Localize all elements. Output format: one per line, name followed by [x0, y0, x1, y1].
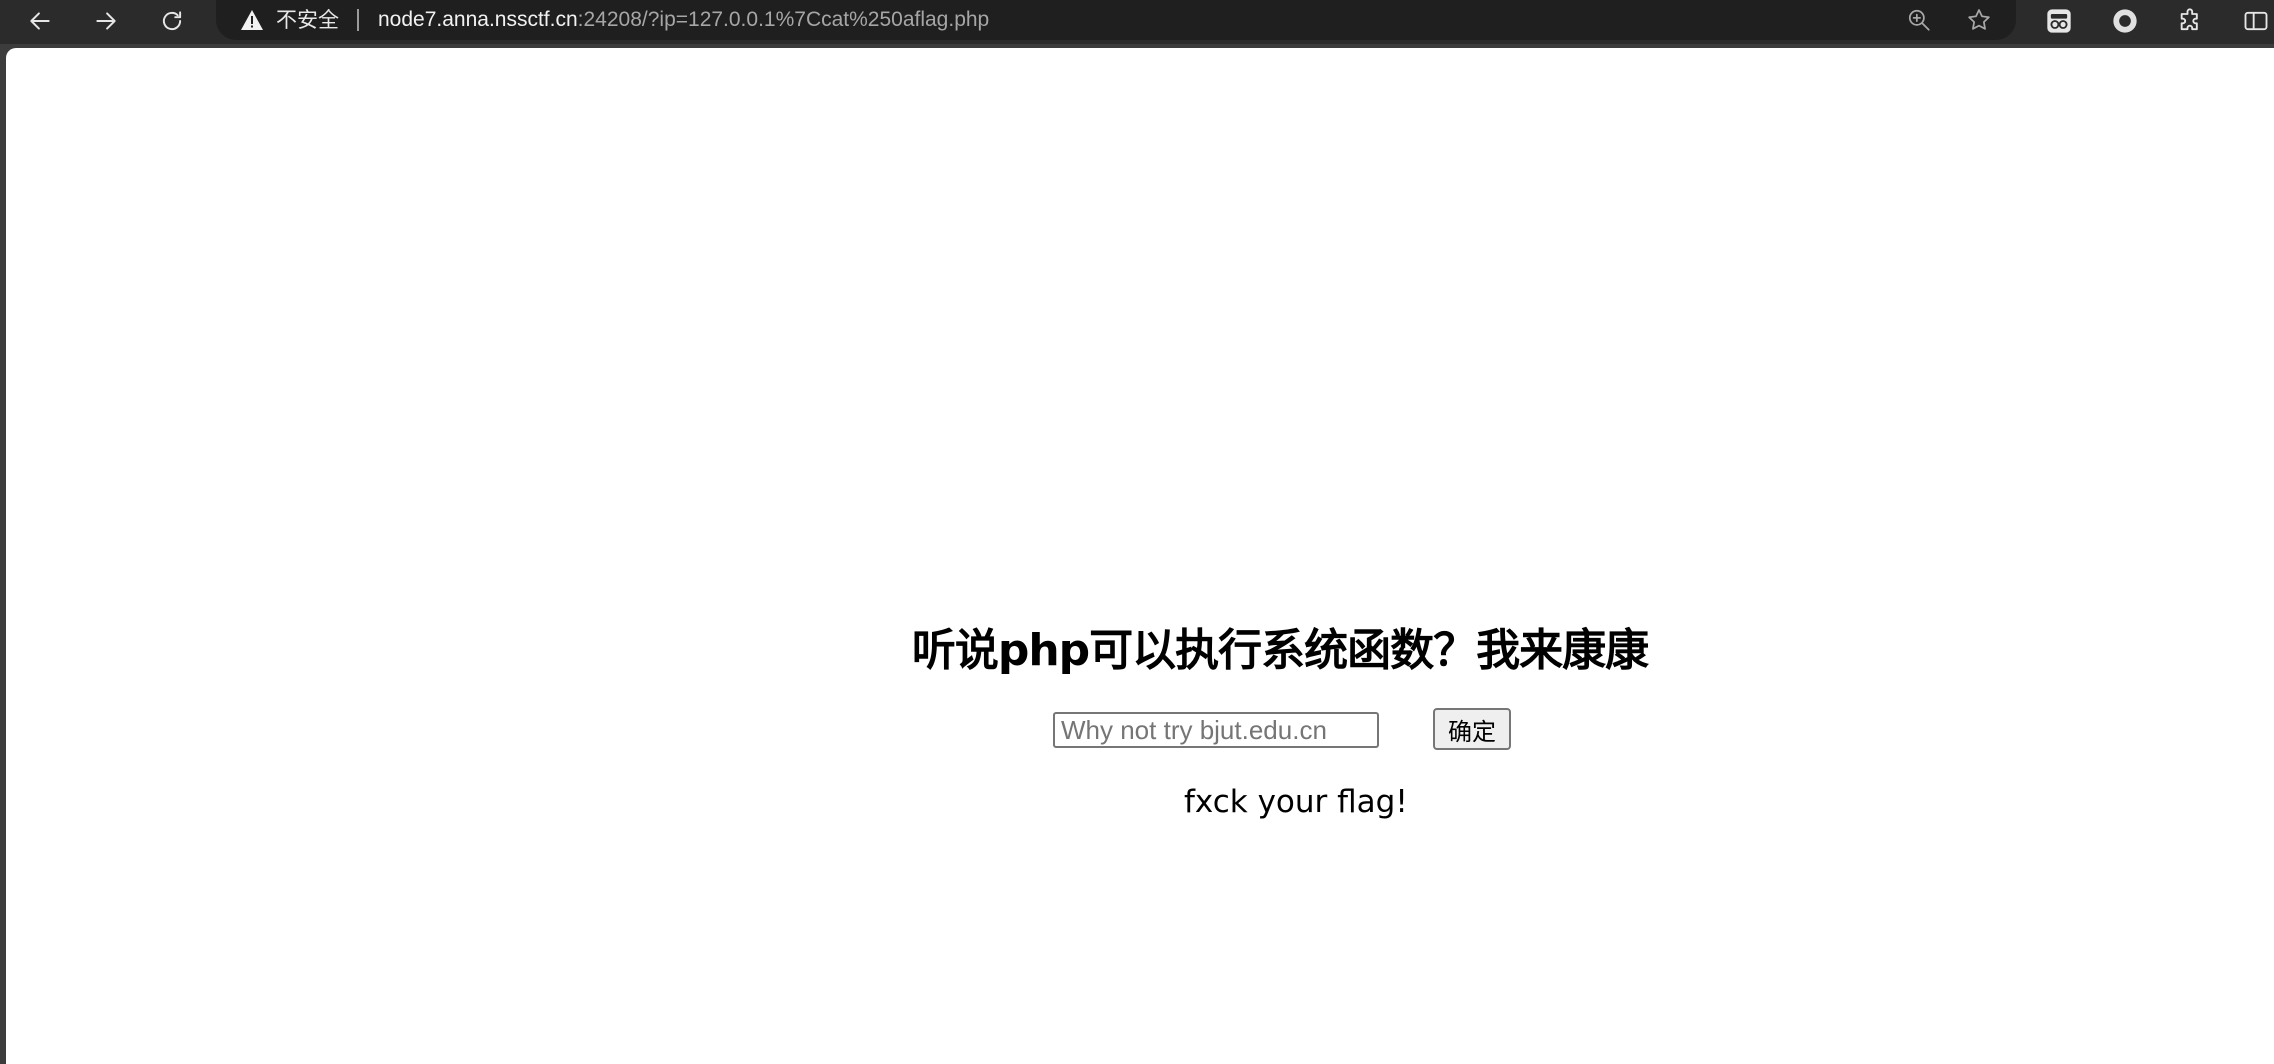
result-text: fxck your flag! [1184, 784, 1408, 820]
circle-extension-button[interactable] [2108, 4, 2142, 38]
reload-button[interactable] [152, 3, 192, 39]
separator [357, 9, 359, 31]
arrow-right-icon [96, 12, 116, 30]
url-host: node7.anna.nssctf.cn [378, 8, 578, 31]
url-path: :24208/?ip=127.0.0.1%7Ccat%250aflag.php [577, 8, 990, 31]
zoom-in-icon [1908, 9, 1930, 31]
incognito-extension-button[interactable] [2042, 4, 2076, 38]
arrow-left-icon [30, 12, 50, 30]
split-view-icon [2244, 11, 2268, 31]
back-button[interactable] [20, 3, 60, 39]
submit-button[interactable]: 确定 [1433, 708, 1511, 750]
bookmark-button[interactable] [1964, 5, 1994, 35]
forward-button[interactable] [86, 3, 126, 39]
incognito-extension-icon [2047, 9, 2071, 33]
split-view-button[interactable] [2238, 4, 2274, 38]
circle-extension-icon [2113, 9, 2137, 33]
url-text[interactable]: node7.anna.nssctf.cn:24208/?ip=127.0.0.1… [378, 0, 989, 40]
browser-toolbar: 不安全 node7.anna.nssctf.cn:24208/?ip=127.0… [0, 0, 2274, 44]
zoom-button[interactable] [1904, 5, 1934, 35]
ip-input[interactable] [1053, 712, 1379, 748]
page-heading: 听说php可以执行系统函数？我来康康 [911, 625, 1649, 676]
address-bar[interactable]: 不安全 node7.anna.nssctf.cn:24208/?ip=127.0… [216, 0, 2016, 40]
star-icon [1968, 9, 1990, 30]
reload-icon [162, 11, 182, 31]
extensions-button[interactable] [2174, 4, 2208, 38]
puzzle-icon [2180, 8, 2198, 31]
security-status-label[interactable]: 不安全 [276, 0, 339, 40]
warning-triangle-icon [241, 10, 263, 30]
page-viewport: 听说php可以执行系统函数？我来康康 确定 fxck your flag! [6, 48, 2274, 1064]
